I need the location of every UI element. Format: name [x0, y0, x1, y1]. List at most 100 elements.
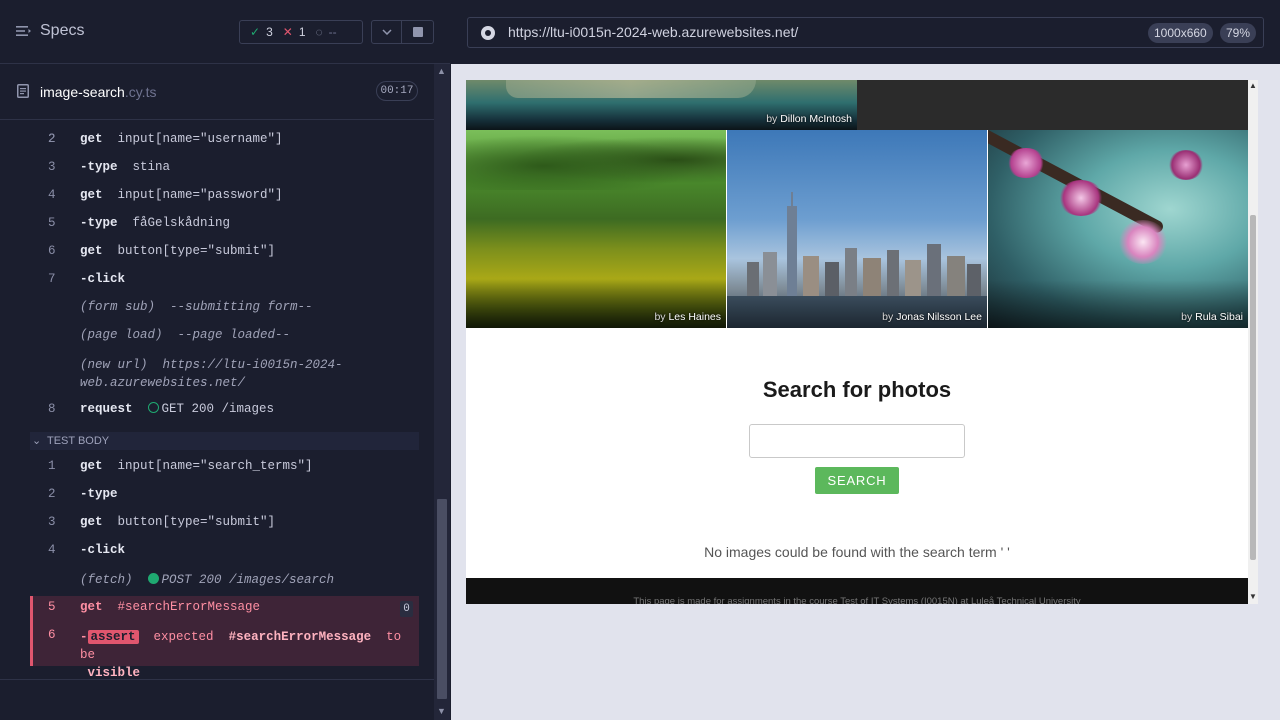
command-log: 2 2 get input[name="username"] 3 -type s… — [0, 120, 434, 680]
passed-count: 3 — [266, 25, 273, 39]
spec-file-header: image-search.cy.ts 00:17 — [0, 65, 434, 120]
command-row[interactable]: get button[type="submit"] — [80, 244, 275, 258]
command-name: get — [80, 600, 103, 614]
scroll-thumb[interactable] — [437, 499, 447, 699]
fetch-row[interactable]: (fetch) POST 200 /images/search — [80, 573, 334, 587]
test-body-header[interactable]: ⌄ TEST BODY — [30, 432, 419, 450]
command-number: 6 — [48, 628, 56, 642]
scroll-up-icon[interactable]: ▲ — [1249, 81, 1257, 90]
page-footer: This page is made for assignments in the… — [466, 578, 1248, 604]
spec-name-ext: .cy.ts — [124, 84, 157, 100]
test-body-label: TEST BODY — [47, 435, 110, 447]
x-icon: ✕ — [282, 25, 293, 39]
command-row[interactable]: get input[name="search_terms"] — [80, 459, 313, 473]
failed-count: 1 — [298, 25, 306, 39]
command-row[interactable]: -click — [80, 272, 125, 286]
command-name: get — [80, 132, 103, 146]
command-row[interactable]: -click — [80, 543, 125, 557]
event-row[interactable]: (form sub) --submitting form-- — [80, 300, 313, 314]
specs-button[interactable]: Specs — [16, 22, 84, 40]
command-row[interactable]: get input[name="username"] — [80, 132, 283, 146]
stop-icon — [412, 27, 423, 37]
command-name: -click — [80, 272, 126, 286]
photo-tile[interactable]: by Les Haines — [466, 130, 726, 328]
pending-count: -- — [328, 25, 337, 39]
assert-visible: visible — [87, 666, 141, 680]
test-stats: ✓ 3 ✕ 1 ◌ -- — [239, 20, 363, 44]
chevron-down-icon — [381, 29, 392, 35]
url-bar[interactable]: https://ltu-i0015n-2024-web.azurewebsite… — [467, 17, 1264, 48]
event-name: (fetch) — [80, 573, 133, 587]
file-icon — [17, 84, 29, 98]
photo-tile[interactable]: by Dillon McIntosh — [466, 80, 857, 130]
scroll-thumb[interactable] — [1250, 215, 1256, 560]
search-input[interactable] — [749, 424, 965, 458]
event-url-line2: web.azurewebsites.net/ — [80, 376, 246, 390]
app-scrollbar[interactable]: ▲ ▼ — [1248, 80, 1258, 604]
scroll-up-icon[interactable]: ▲ — [437, 66, 446, 76]
passed-stat: ✓ 3 — [250, 25, 273, 39]
reporter-header: Specs ✓ 3 ✕ 1 ◌ -- — [0, 0, 450, 64]
search-button[interactable]: SEARCH — [815, 467, 899, 494]
command-name: request — [80, 402, 133, 416]
event-name: (page load) — [80, 328, 163, 342]
command-name: get — [80, 188, 103, 202]
request-row[interactable]: request GET 200 /images — [80, 402, 274, 416]
fetch-status-icon — [147, 573, 159, 584]
expand-button[interactable] — [371, 20, 402, 44]
zoom-badge[interactable]: 79% — [1220, 23, 1257, 43]
command-arg: input[name="username"] — [117, 132, 283, 146]
photo-credit: by Jonas Nilsson Lee — [882, 311, 982, 323]
assert-expected-word: expected — [153, 630, 214, 644]
photo-detail — [466, 130, 726, 190]
command-number: 2 — [48, 487, 56, 501]
event-row[interactable]: (page load) --page loaded-- — [80, 328, 290, 342]
globe-icon — [481, 26, 495, 40]
photo-blossom — [1058, 180, 1104, 216]
command-row[interactable]: -type stina — [80, 160, 170, 174]
command-number: 7 — [48, 272, 56, 286]
event-row[interactable]: (new url) https://ltu-i0015n-2024- web.az… — [80, 356, 343, 392]
command-name: get — [80, 459, 103, 473]
stop-button[interactable] — [402, 20, 434, 44]
event-text: --page loaded-- — [177, 328, 291, 342]
command-name: -type — [80, 160, 118, 174]
reporter-scrollbar[interactable]: ▲ ▼ — [434, 64, 450, 720]
assert-selector: #searchErrorMessage — [228, 630, 372, 644]
command-arg: input[name="search_terms"] — [117, 459, 313, 473]
command-arg: button[type="submit"] — [117, 515, 276, 529]
spec-duration: 00:17 — [376, 81, 418, 101]
command-row[interactable]: -type — [80, 487, 118, 501]
command-number: 8 — [48, 402, 56, 416]
reporter-divider — [0, 679, 434, 680]
command-name: -type — [80, 487, 118, 501]
photo-author: Dillon McIntosh — [780, 113, 852, 125]
failed-stat: ✕ 1 — [283, 25, 306, 39]
viewport-size-badge[interactable]: 1000x660 — [1148, 23, 1213, 43]
spec-file-name[interactable]: image-search.cy.ts — [40, 84, 156, 100]
event-url-line1: https://ltu-i0015n-2024- — [162, 358, 343, 372]
command-row[interactable]: get button[type="submit"] — [80, 515, 275, 529]
footer-text: This page is made for assignments in the… — [633, 596, 1081, 604]
cypress-reporter: Specs ✓ 3 ✕ 1 ◌ -- image-search.cy.ts 00… — [0, 0, 450, 720]
event-text: --submitting form-- — [170, 300, 313, 314]
command-number: 4 — [48, 188, 56, 202]
command-row[interactable]: -type fåGelskådning — [80, 216, 230, 230]
failed-assert-row[interactable]: 6 - assert expected #searchErrorMessage t… — [30, 620, 419, 680]
scroll-down-icon[interactable]: ▼ — [1249, 592, 1257, 601]
photo-tile[interactable]: by Rula Sibai — [988, 130, 1248, 328]
command-row[interactable]: get input[name="password"] — [80, 188, 283, 202]
specs-list-icon — [16, 26, 31, 36]
event-name: (new url) — [80, 358, 148, 372]
scroll-down-icon[interactable]: ▼ — [437, 706, 446, 716]
command-arg: fåGelskådning — [132, 216, 231, 230]
failed-command-row[interactable]: 5 get #searchErrorMessage 0 — [30, 596, 419, 620]
command-arg: button[type="submit"] — [117, 244, 276, 258]
command-arg: #searchErrorMessage — [117, 600, 261, 614]
specs-label: Specs — [40, 22, 85, 39]
event-name: (form sub) — [80, 300, 156, 314]
url-text[interactable]: https://ltu-i0015n-2024-web.azurewebsite… — [508, 24, 798, 40]
photo-tile[interactable]: by Jonas Nilsson Lee — [727, 130, 987, 328]
photo-author: Rula Sibai — [1195, 311, 1243, 323]
skyline-buildings — [727, 192, 987, 296]
